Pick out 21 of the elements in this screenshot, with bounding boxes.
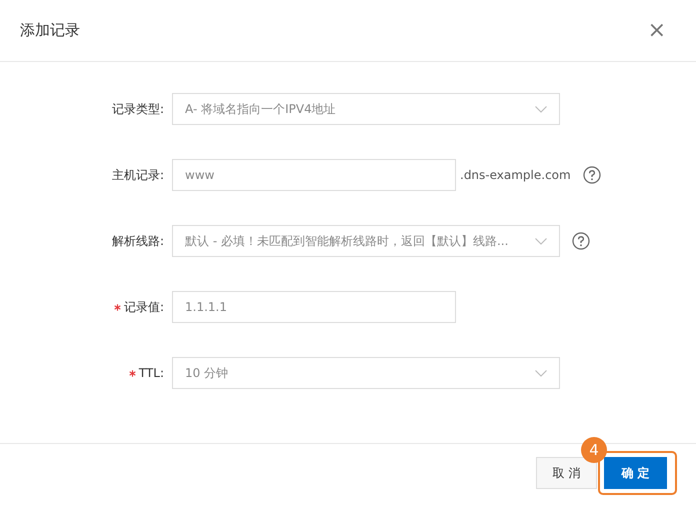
field-label: 主机记录:	[112, 166, 165, 184]
select-field[interactable]: A- 将域名指向一个IPV4地址	[172, 93, 560, 125]
help-icon[interactable]	[572, 232, 590, 250]
select-field[interactable]: 10 分钟	[172, 357, 560, 389]
field-label: 记录类型:	[112, 100, 165, 118]
caret-icon	[535, 238, 547, 244]
caret-icon	[535, 106, 547, 112]
close-button[interactable]: ×	[648, 20, 666, 42]
input-field[interactable]: 1.1.1.1	[172, 291, 456, 323]
field-label: 解析线路:	[112, 232, 165, 250]
confirm-button[interactable]: 确 定	[604, 457, 667, 489]
help-icon[interactable]	[582, 166, 601, 184]
field-label: TTL:	[138, 366, 165, 380]
domain-suffix: .dns-example.com	[460, 168, 571, 182]
caret-icon	[535, 370, 547, 376]
input-field[interactable]: www	[172, 159, 456, 191]
step-badge: 4	[581, 437, 607, 463]
select-field[interactable]: 默认 - 必填！未匹配到智能解析线路时，返回【默认】线路...	[172, 225, 560, 257]
field-label: 记录值:	[124, 298, 165, 316]
dialog-title: 添加记录	[20, 21, 80, 40]
cancel-button[interactable]: 取 消	[536, 457, 597, 489]
